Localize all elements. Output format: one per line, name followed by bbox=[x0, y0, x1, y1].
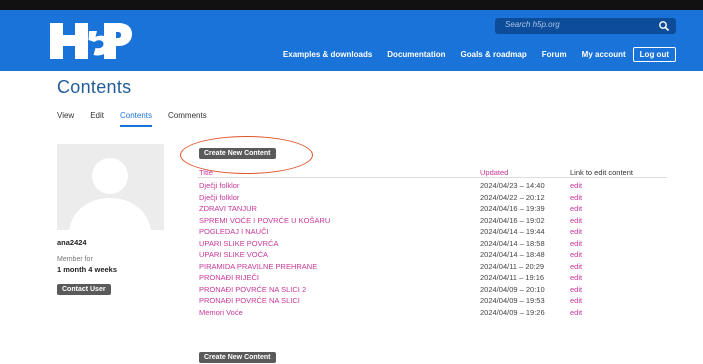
table-row: POGLEDAJ I NAUČI 2024/04/14 – 19:44 edit bbox=[197, 226, 667, 238]
logout-button[interactable]: Log out bbox=[632, 47, 676, 62]
table-header-divider bbox=[197, 177, 667, 178]
edit-link[interactable]: edit bbox=[570, 296, 582, 305]
content-title-link[interactable]: PRONAĐI POVRĆE NA SLICI bbox=[199, 296, 300, 305]
site-header: Search h5p.org Examples & downloads Docu… bbox=[0, 10, 703, 71]
search-box[interactable]: Search h5p.org bbox=[495, 18, 676, 34]
table-row: Dječji folklor 2024/04/22 – 20:12 edit bbox=[197, 192, 667, 204]
create-new-content-button-bottom[interactable]: Create New Content bbox=[199, 352, 276, 363]
content-title-link[interactable]: SPREMI VOĆE I POVRĆE U KOŠARU bbox=[199, 216, 330, 225]
table-row: PRONAĐI RIJEČI 2024/04/11 – 19:16 edit bbox=[197, 272, 667, 284]
content-title-link[interactable]: Dječji folklor bbox=[199, 193, 239, 202]
nav-forum[interactable]: Forum bbox=[542, 50, 567, 59]
content-title-link[interactable]: ZDRAVI TANJUR bbox=[199, 204, 257, 213]
tab-edit[interactable]: Edit bbox=[90, 111, 104, 127]
content-title-link[interactable]: POGLEDAJ I NAUČI bbox=[199, 227, 269, 236]
content-updated: 2024/04/23 – 14:40 bbox=[480, 181, 545, 190]
edit-link[interactable]: edit bbox=[570, 273, 582, 282]
edit-link[interactable]: edit bbox=[570, 285, 582, 294]
nav-my-account[interactable]: My account bbox=[582, 50, 626, 59]
default-user-icon bbox=[69, 158, 151, 230]
h5p-logo[interactable] bbox=[44, 17, 134, 65]
profile-tabs: View Edit Contents Comments bbox=[57, 111, 223, 127]
main-nav: Examples & downloads Documentation Goals… bbox=[268, 47, 676, 62]
content-title-link[interactable]: PRONAĐI RIJEČI bbox=[199, 273, 259, 282]
tab-contents[interactable]: Contents bbox=[120, 111, 153, 127]
table-row: UPARI SLIKE POVRĆA 2024/04/14 – 18:58 edit bbox=[197, 238, 667, 250]
table-row: Memori Voće 2024/04/09 – 19:26 edit bbox=[197, 307, 667, 319]
content-title-link[interactable]: UPARI SLIKE POVRĆA bbox=[199, 239, 278, 248]
content-updated: 2024/04/09 – 20:10 bbox=[480, 284, 545, 294]
edit-link[interactable]: edit bbox=[570, 227, 582, 236]
content-title-link[interactable]: Memori Voće bbox=[199, 308, 243, 317]
search-icon[interactable] bbox=[658, 20, 670, 32]
content-updated: 2024/04/22 – 20:12 bbox=[480, 192, 545, 202]
page-title: Contents bbox=[57, 77, 132, 97]
edit-link[interactable]: edit bbox=[570, 204, 582, 213]
tab-comments[interactable]: Comments bbox=[168, 111, 207, 127]
table-row: SPREMI VOĆE I POVRĆE U KOŠARU 2024/04/16 … bbox=[197, 215, 667, 227]
content-title-link[interactable]: UPARI SLIKE VOĆA bbox=[199, 250, 268, 259]
content-updated: 2024/04/16 – 19:02 bbox=[480, 215, 545, 225]
content-updated: 2024/04/16 – 19:39 bbox=[480, 204, 545, 213]
edit-link[interactable]: edit bbox=[570, 216, 582, 225]
edit-link[interactable]: edit bbox=[570, 239, 582, 248]
content-updated: 2024/04/09 – 19:26 bbox=[480, 307, 545, 317]
edit-link[interactable]: edit bbox=[570, 308, 582, 317]
table-row: Dječji folklor 2024/04/23 – 14:40 edit bbox=[197, 180, 667, 192]
tab-view[interactable]: View bbox=[57, 111, 74, 127]
content-updated: 2024/04/14 – 18:48 bbox=[480, 250, 545, 259]
nav-goals-roadmap[interactable]: Goals & roadmap bbox=[461, 50, 527, 59]
column-header-link: Link to edit content bbox=[570, 168, 633, 177]
column-header-updated[interactable]: Updated bbox=[480, 168, 508, 177]
content-updated: 2024/04/09 – 19:53 bbox=[480, 296, 545, 305]
content-updated: 2024/04/14 – 18:58 bbox=[480, 238, 545, 248]
table-row: PRONAĐI POVRĆE NA SLICI 2024/04/09 – 19:5… bbox=[197, 295, 667, 307]
edit-link[interactable]: edit bbox=[570, 262, 582, 271]
content-updated: 2024/04/11 – 19:16 bbox=[480, 273, 545, 282]
top-black-strip bbox=[0, 0, 703, 10]
table-row: UPARI SLIKE VOĆA 2024/04/14 – 18:48 edit bbox=[197, 249, 667, 261]
member-for-value: 1 month 4 weeks bbox=[57, 265, 118, 274]
edit-link[interactable]: edit bbox=[570, 250, 582, 259]
search-input[interactable]: Search h5p.org bbox=[505, 20, 560, 29]
avatar bbox=[57, 144, 164, 230]
table-row: PRONAĐI POVRĆE NA SLICI 2 2024/04/09 – 20… bbox=[197, 284, 667, 296]
content-title-link[interactable]: Dječji folklor bbox=[199, 181, 239, 190]
contact-user-button[interactable]: Contact User bbox=[57, 284, 111, 295]
content-title-link[interactable]: PRONAĐI POVRĆE NA SLICI 2 bbox=[199, 285, 306, 294]
table-row: PIRAMIDA PRAVILNE PREHRANE 2024/04/11 – 2… bbox=[197, 261, 667, 273]
edit-link[interactable]: edit bbox=[570, 181, 582, 190]
member-for-label: Member for bbox=[57, 256, 93, 263]
edit-link[interactable]: edit bbox=[570, 193, 582, 202]
content-title-link[interactable]: PIRAMIDA PRAVILNE PREHRANE bbox=[199, 262, 317, 271]
content-table: Dječji folklor 2024/04/23 – 14:40 edit Dječ… bbox=[197, 180, 667, 318]
content-updated: 2024/04/11 – 20:29 bbox=[480, 261, 545, 271]
nav-documentation[interactable]: Documentation bbox=[387, 50, 445, 59]
content-updated: 2024/04/14 – 19:44 bbox=[480, 227, 545, 236]
username: ana2424 bbox=[57, 238, 87, 247]
nav-examples-downloads[interactable]: Examples & downloads bbox=[283, 50, 372, 59]
table-row: ZDRAVI TANJUR 2024/04/16 – 19:39 edit bbox=[197, 203, 667, 215]
column-header-title[interactable]: Title bbox=[199, 168, 213, 177]
